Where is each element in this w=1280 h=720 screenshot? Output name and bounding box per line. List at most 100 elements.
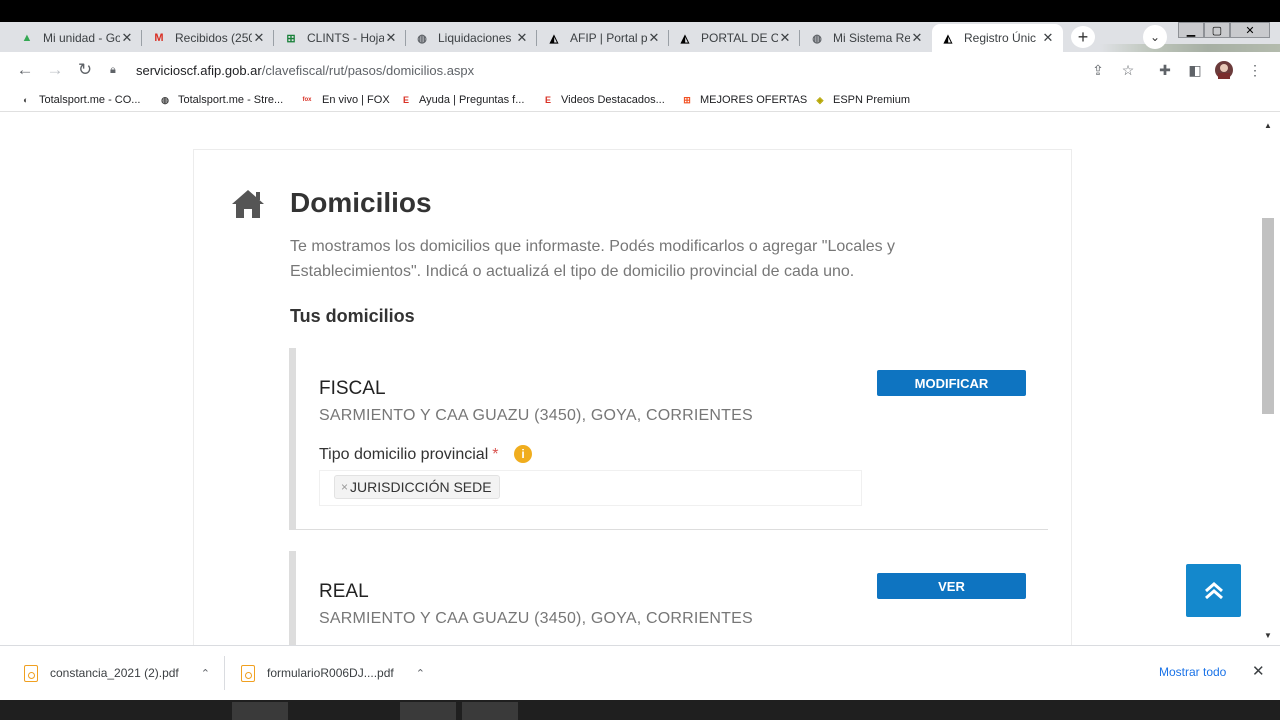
scroll-to-top-button[interactable]	[1186, 564, 1241, 617]
tab-separator	[799, 30, 800, 46]
close-tab-icon[interactable]: ✕	[120, 30, 134, 46]
close-tab-icon[interactable]: ✕	[1041, 30, 1055, 46]
drive-icon: ▲	[21, 32, 33, 44]
tipo-domicilio-select[interactable]: × JURISDICCIÓN SEDE	[319, 470, 862, 506]
afip-icon: ◭	[549, 32, 559, 45]
bookmark-label: En vivo | FOX	[322, 94, 390, 106]
lock-icon: 🔒︎	[110, 63, 116, 76]
bookmark-item[interactable]: fox En vivo | FOX	[298, 92, 390, 108]
home-icon	[232, 190, 264, 218]
browser-tab[interactable]: ◭ Registro Únic ✕	[932, 24, 1063, 52]
tab-title: Recibidos (250	[175, 31, 252, 45]
tipo-domicilio-label: Tipo domicilio provincial *	[319, 446, 498, 464]
tab-title: Registro Únic	[964, 31, 1037, 45]
close-tab-icon[interactable]: ✕	[515, 30, 529, 46]
scroll-up-icon[interactable]: ▲	[1264, 121, 1272, 130]
side-panel-icon[interactable]: ◧	[1185, 60, 1205, 80]
taskbar-item[interactable]	[400, 702, 456, 720]
selected-chip: × JURISDICCIÓN SEDE	[334, 475, 500, 499]
double-chevron-up-icon	[1204, 581, 1223, 599]
chip-label: JURISDICCIÓN SEDE	[350, 479, 492, 495]
url-domain: servicioscf.afip.gob.ar	[136, 62, 262, 78]
browser-tab[interactable]: ◭ AFIP | Portal p ✕	[538, 24, 669, 52]
browser-tab[interactable]: ◍ Mi Sistema Re ✕	[801, 24, 932, 52]
totalsport-icon: ◐	[23, 95, 29, 105]
tab-separator	[536, 30, 537, 46]
bookmark-label: Totalsport.me - Stre...	[178, 94, 284, 106]
downloads-bar: constancia_2021 (2).pdf ⌃ formularioR006…	[0, 645, 1280, 700]
chip-remove-icon[interactable]: ×	[341, 480, 348, 494]
required-mark: *	[492, 446, 499, 463]
close-tab-icon[interactable]: ✕	[778, 30, 792, 46]
close-tab-icon[interactable]: ✕	[910, 30, 924, 46]
minimize-button[interactable]: ▁	[1178, 22, 1204, 38]
bookmark-star-icon[interactable]: ☆	[1118, 60, 1138, 80]
espn-premium-icon: ◈	[816, 94, 824, 105]
back-button[interactable]: ←	[13, 58, 37, 82]
new-tab-button[interactable]: +	[1071, 26, 1095, 48]
section-title: Tus domicilios	[290, 306, 415, 326]
close-window-button[interactable]: ✕	[1230, 22, 1270, 38]
menu-icon[interactable]: ⋮	[1245, 60, 1265, 80]
address-bar[interactable]: 🔒︎ servicioscf.afip.gob.ar/clavefiscal/r…	[110, 58, 474, 82]
tab-title: Mi unidad - Go	[43, 31, 120, 45]
browser-tab[interactable]: ⊞ CLINTS - Hoja ✕	[275, 24, 406, 52]
afip-icon: ◭	[943, 32, 953, 45]
bookmark-label: Videos Destacados...	[561, 94, 665, 106]
tab-title: Liquidaciones	[438, 31, 512, 45]
extensions-icon[interactable]: ✚	[1155, 60, 1175, 80]
profile-avatar[interactable]	[1214, 60, 1234, 80]
close-tab-icon[interactable]: ✕	[384, 30, 398, 46]
browser-tab[interactable]: ◭ PORTAL DE CL ✕	[669, 24, 800, 52]
close-tab-icon[interactable]: ✕	[647, 30, 661, 46]
tab-search-button[interactable]: ⌄	[1143, 25, 1167, 49]
gmail-icon: M	[154, 32, 164, 44]
maximize-button[interactable]: ▢	[1204, 22, 1230, 38]
globe-icon: ◍	[417, 32, 427, 45]
scrollbar-thumb[interactable]	[1262, 218, 1274, 414]
globe-icon: ◍	[812, 32, 822, 45]
divider	[224, 656, 225, 690]
taskbar-item[interactable]	[232, 702, 288, 720]
browser-tab[interactable]: ▲ Mi unidad - Go ✕	[11, 24, 142, 52]
domicilio-type: FISCAL	[319, 378, 386, 399]
info-icon[interactable]: i	[514, 445, 532, 463]
bookmark-item[interactable]: E Videos Destacados...	[541, 92, 665, 108]
sheets-icon: ⊞	[286, 32, 296, 45]
modificar-button[interactable]: MODIFICAR	[877, 370, 1026, 396]
bookmark-label: Ayuda | Preguntas f...	[419, 94, 525, 106]
tab-title: CLINTS - Hoja	[307, 31, 384, 45]
browser-tab[interactable]: M Recibidos (250 ✕	[143, 24, 274, 52]
chevron-up-icon[interactable]: ⌃	[416, 667, 425, 680]
pdf-file-icon	[241, 664, 255, 682]
download-item[interactable]: formularioR006DJ....pdf ⌃	[241, 663, 425, 683]
top-bar	[0, 0, 1280, 22]
tab-separator	[273, 30, 274, 46]
page-title: Domicilios	[290, 187, 432, 218]
fox-icon: fox	[302, 97, 312, 103]
chevron-up-icon[interactable]: ⌃	[201, 667, 210, 680]
close-icon[interactable]: ✕	[1252, 662, 1265, 680]
bookmark-label: MEJORES OFERTAS	[700, 94, 808, 106]
page-intro: Te mostramos los domicilios que informas…	[290, 238, 896, 280]
microsoft-icon: ⊞	[683, 94, 691, 105]
reload-button[interactable]: ↻	[73, 58, 97, 82]
bookmark-item[interactable]: ◈ ESPN Premium	[813, 92, 911, 108]
bookmark-item[interactable]: ◍ Totalsport.me - Stre...	[158, 92, 283, 108]
bookmark-item[interactable]: ◐ Totalsport.me - CO...	[19, 92, 140, 108]
download-item[interactable]: constancia_2021 (2).pdf ⌃	[24, 663, 210, 683]
download-filename: formularioR006DJ....pdf	[267, 666, 394, 680]
close-tab-icon[interactable]: ✕	[252, 30, 266, 46]
bookmark-label: Totalsport.me - CO...	[39, 94, 141, 106]
scroll-down-icon[interactable]: ▼	[1264, 631, 1272, 640]
browser-tab[interactable]: ◍ Liquidaciones ✕	[406, 24, 537, 52]
show-all-downloads-link[interactable]: Mostrar todo	[1159, 665, 1226, 679]
tab-title: PORTAL DE CL	[701, 31, 778, 45]
domicilio-address: SARMIENTO Y CAA GUAZU (3450), GOYA, CORR…	[319, 407, 753, 424]
bookmark-item[interactable]: ⊞ MEJORES OFERTAS	[680, 92, 807, 108]
bookmark-item[interactable]: E Ayuda | Preguntas f...	[399, 92, 524, 108]
taskbar-item[interactable]	[462, 702, 518, 720]
share-icon[interactable]: ⇪	[1088, 60, 1108, 80]
ver-button[interactable]: VER	[877, 573, 1026, 599]
forward-button[interactable]: →	[43, 58, 67, 82]
